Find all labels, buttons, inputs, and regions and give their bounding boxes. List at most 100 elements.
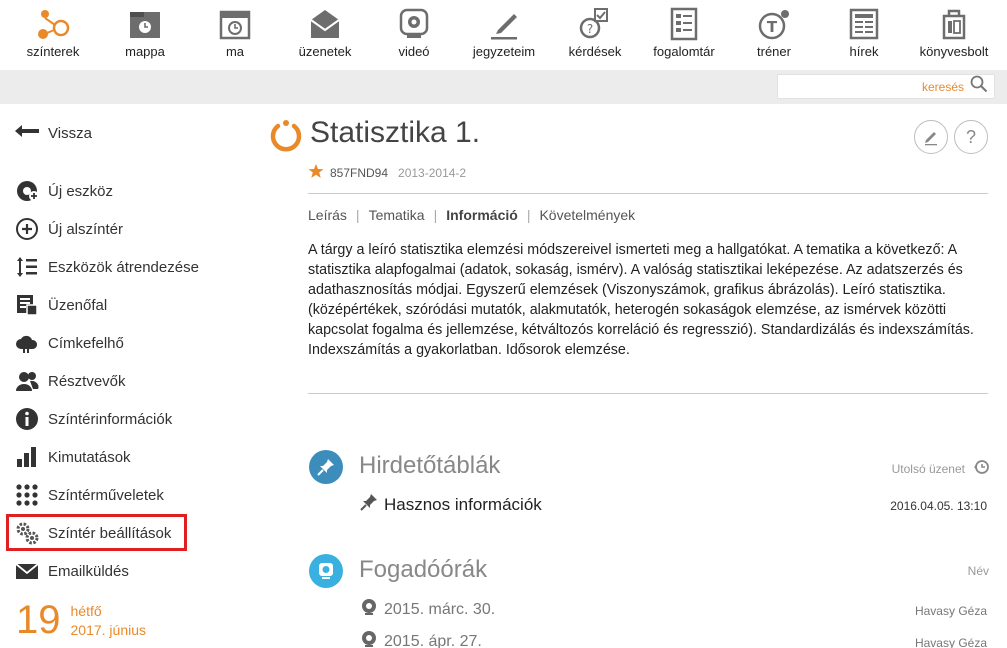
sidebar-item-szinterinformaciok[interactable]: Színtérinformációk: [14, 404, 172, 434]
office-row-date[interactable]: 2015. márc. 30.: [384, 601, 495, 619]
sidebar-item-label: Résztvevők: [48, 372, 126, 390]
toolbar-item-uzenetek[interactable]: üzenetek: [288, 0, 362, 70]
toolbar-item-mappa[interactable]: mappa: [108, 0, 182, 70]
office-row-name: Havasy Géza: [914, 636, 987, 648]
name-header: Név: [967, 564, 989, 578]
toolbar-item-ma[interactable]: ma: [200, 0, 270, 70]
sidebar: Vissza Új eszköz Új alszíntér Eszközök á…: [0, 104, 250, 648]
toolbar-item-label: könyvesbolt: [919, 44, 989, 59]
course-meta: 857FND94 2013-2014-2: [308, 163, 466, 182]
top-toolbar: színterek mappa ma üzenetek videó jegyze…: [0, 0, 1007, 70]
webcam-icon: [360, 630, 378, 648]
bookstore-icon: [936, 6, 972, 42]
selection-highlight: [6, 514, 187, 551]
board-row-title[interactable]: Hasznos információk: [384, 495, 542, 515]
toolbar-item-label: mappa: [125, 44, 165, 59]
svg-text:?: ?: [587, 22, 593, 36]
envelope-icon: [307, 6, 343, 42]
bar-chart-icon: [14, 445, 40, 469]
toolbar-item-video[interactable]: videó: [384, 0, 444, 70]
back-label: Vissza: [48, 124, 92, 142]
edit-button[interactable]: [914, 120, 948, 154]
section-title-fogadoorak[interactable]: Fogadóórák: [359, 556, 487, 584]
sidebar-item-eszkozok-atrendezese[interactable]: Eszközök átrendezése: [14, 252, 199, 282]
info-icon: [14, 407, 40, 431]
sidebar-item-emailkuldes[interactable]: Emailküldés: [14, 556, 129, 586]
course-logo-icon: [268, 118, 304, 154]
folder-icon: [127, 6, 163, 42]
glossary-icon: [666, 6, 702, 42]
current-date: 19 hétfő 2017. június: [16, 600, 146, 640]
users-icon: [14, 369, 40, 393]
sidebar-item-label: Színtérműveletek: [48, 486, 164, 504]
tab-leiras[interactable]: Leírás: [308, 207, 347, 223]
history-icon[interactable]: [973, 459, 989, 478]
toolbar-item-label: videó: [398, 44, 430, 59]
sidebar-item-kimutatasok[interactable]: Kimutatások: [14, 442, 131, 472]
date-weekday: hétfő: [70, 603, 102, 619]
toolbar-item-kerdesek[interactable]: ? kérdések: [562, 0, 628, 70]
sidebar-item-uzenofal[interactable]: Üzenőfal: [14, 290, 107, 320]
toolbar-item-label: fogalomtár: [653, 44, 715, 59]
sidebar-item-label: Új eszköz: [48, 182, 114, 200]
toolbar-item-szinterek[interactable]: színterek: [18, 0, 88, 70]
tab-kovetelmenyek[interactable]: Követelmények: [539, 207, 635, 223]
mail-icon: [14, 559, 40, 583]
search-icon[interactable]: [970, 75, 988, 98]
tab-tematika[interactable]: Tematika: [369, 207, 425, 223]
help-button[interactable]: ?: [954, 120, 988, 154]
section-title-hirdetotablak[interactable]: Hirdetőtáblák: [359, 452, 500, 480]
board-row[interactable]: Hasznos információk: [360, 493, 542, 516]
course-semester: 2013-2014-2: [398, 165, 467, 180]
office-row[interactable]: 2015. márc. 30.: [360, 598, 495, 621]
toolbar-item-hirek[interactable]: hírek: [836, 0, 892, 70]
office-row-name: Havasy Géza: [914, 604, 987, 618]
newspaper-icon: [846, 6, 882, 42]
add-circle-icon: [14, 217, 40, 241]
sidebar-item-szintermuveletek[interactable]: Színtérműveletek: [14, 480, 164, 510]
sidebar-item-label: Címkefelhő: [48, 334, 124, 352]
arrow-left-icon: [14, 124, 40, 142]
toolbar-item-label: jegyzeteim: [472, 44, 536, 59]
cloud-icon: [14, 331, 40, 355]
sidebar-item-label: Emailküldés: [48, 562, 129, 580]
course-tabs: Leírás | Tematika | Információ | Követel…: [308, 207, 636, 223]
date-yearmonth: 2017. június: [70, 622, 147, 638]
board-icon: [14, 293, 40, 317]
webcam-section-icon: [309, 554, 343, 588]
office-row[interactable]: 2015. ápr. 27.: [360, 630, 482, 648]
pencil-icon: [486, 6, 522, 42]
star-icon[interactable]: [308, 163, 324, 182]
tab-informacio[interactable]: Információ: [446, 207, 518, 223]
toolbar-item-trener[interactable]: T tréner: [744, 0, 804, 70]
toolbar-item-label: ma: [225, 44, 245, 59]
sidebar-item-uj-eszkoz[interactable]: Új eszköz: [14, 176, 113, 206]
date-day: 19: [16, 598, 61, 642]
sidebar-item-label: Eszközök átrendezése: [48, 258, 199, 276]
reorder-icon: [14, 255, 40, 279]
pencil-icon: [925, 132, 937, 146]
webcam-icon: [396, 6, 432, 42]
sidebar-item-label: Új alszíntér: [48, 220, 124, 238]
toolbar-item-jegyzeteim[interactable]: jegyzeteim: [464, 0, 544, 70]
grid-dots-icon: [14, 483, 40, 507]
divider: [308, 193, 988, 194]
back-button[interactable]: Vissza: [14, 124, 92, 142]
sidebar-item-uj-alszinter[interactable]: Új alszíntér: [14, 214, 123, 244]
office-row-date[interactable]: 2015. ápr. 27.: [384, 633, 482, 648]
last-message-header: Utolsó üzenet: [892, 459, 989, 478]
svg-text:T: T: [767, 18, 778, 36]
toolbar-item-label: üzenetek: [298, 44, 352, 59]
network-icon: [35, 6, 71, 42]
toolbar-item-konyvesbolt[interactable]: könyvesbolt: [912, 0, 996, 70]
sidebar-item-resztvevok[interactable]: Résztvevők: [14, 366, 126, 396]
sidebar-item-cimkefelho[interactable]: Címkefelhő: [14, 328, 124, 358]
search-input[interactable]: [782, 77, 922, 96]
search-label: keresés: [921, 79, 964, 94]
toolbar-item-fogalomtar[interactable]: fogalomtár: [646, 0, 722, 70]
question-icon: ?: [965, 126, 976, 147]
toolbar-item-label: kérdések: [568, 44, 622, 59]
divider: [308, 393, 988, 394]
pin-section-icon: [309, 450, 343, 484]
board-row-time: 2016.04.05. 13:10: [890, 499, 987, 513]
